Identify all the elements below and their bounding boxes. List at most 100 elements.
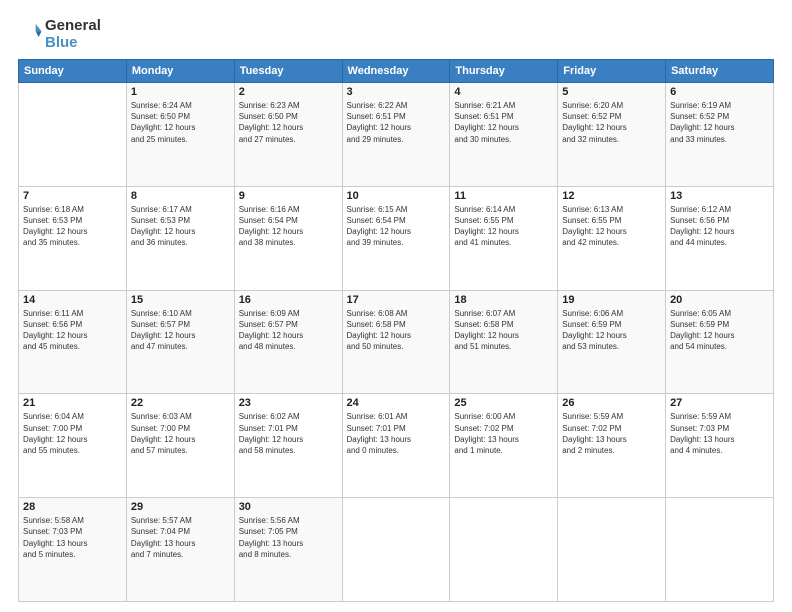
day-info: Sunrise: 6:09 AM Sunset: 6:57 PM Dayligh… (239, 308, 338, 353)
day-number: 9 (239, 190, 338, 202)
day-info: Sunrise: 6:06 AM Sunset: 6:59 PM Dayligh… (562, 308, 661, 353)
day-info: Sunrise: 6:19 AM Sunset: 6:52 PM Dayligh… (670, 100, 769, 145)
day-number: 10 (347, 190, 446, 202)
calendar-cell (342, 498, 450, 602)
day-number: 19 (562, 294, 661, 306)
calendar-cell: 3Sunrise: 6:22 AM Sunset: 6:51 PM Daylig… (342, 83, 450, 187)
logo-text: General Blue (45, 18, 101, 51)
day-info: Sunrise: 6:18 AM Sunset: 6:53 PM Dayligh… (23, 204, 122, 249)
day-number: 28 (23, 501, 122, 513)
day-number: 2 (239, 86, 338, 98)
day-info: Sunrise: 6:21 AM Sunset: 6:51 PM Dayligh… (454, 100, 553, 145)
calendar-cell: 16 Sunrise: 6:09 AM Sunset: 6:57 PM Dayli… (234, 290, 342, 394)
day-info: Sunrise: 6:05 AM Sunset: 6:59 PM Dayligh… (670, 308, 769, 353)
day-number: 29 (131, 501, 230, 513)
weekday-header-tuesday: Tuesday (234, 60, 342, 83)
day-number: 24 (347, 397, 446, 409)
calendar-table: SundayMondayTuesdayWednesdayThursdayFrid… (18, 59, 774, 602)
day-number: 4 (454, 86, 553, 98)
calendar-cell (558, 498, 666, 602)
day-info: Sunrise: 6:01 AM Sunset: 7:01 PM Dayligh… (347, 411, 446, 456)
calendar-cell: 6 Sunrise: 6:19 AM Sunset: 6:52 PM Daylig… (666, 83, 774, 187)
day-info: Sunrise: 6:08 AM Sunset: 6:58 PM Dayligh… (347, 308, 446, 353)
calendar-cell: 12 Sunrise: 6:13 AM Sunset: 6:55 PM Dayli… (558, 186, 666, 290)
calendar-cell: 8Sunrise: 6:17 AM Sunset: 6:53 PM Daylig… (126, 186, 234, 290)
day-info: Sunrise: 6:11 AM Sunset: 6:56 PM Dayligh… (23, 308, 122, 353)
calendar-cell: 26 Sunrise: 5:59 AM Sunset: 7:02 PM Dayli… (558, 394, 666, 498)
calendar-cell: 21Sunrise: 6:04 AM Sunset: 7:00 PM Dayli… (19, 394, 127, 498)
calendar-cell (450, 498, 558, 602)
day-info: Sunrise: 5:58 AM Sunset: 7:03 PM Dayligh… (23, 515, 122, 560)
week-row-3: 14 Sunrise: 6:11 AM Sunset: 6:56 PM Dayli… (19, 290, 774, 394)
day-number: 16 (239, 294, 338, 306)
calendar-cell: 11Sunrise: 6:14 AM Sunset: 6:55 PM Dayli… (450, 186, 558, 290)
week-row-4: 21Sunrise: 6:04 AM Sunset: 7:00 PM Dayli… (19, 394, 774, 498)
calendar-cell: 29 Sunrise: 5:57 AM Sunset: 7:04 PM Dayli… (126, 498, 234, 602)
calendar-cell: 30Sunrise: 5:56 AM Sunset: 7:05 PM Dayli… (234, 498, 342, 602)
day-number: 14 (23, 294, 122, 306)
calendar-cell (19, 83, 127, 187)
day-info: Sunrise: 5:59 AM Sunset: 7:02 PM Dayligh… (562, 411, 661, 456)
weekday-header-monday: Monday (126, 60, 234, 83)
logo-icon (21, 21, 43, 43)
calendar-cell: 2 Sunrise: 6:23 AM Sunset: 6:50 PM Daylig… (234, 83, 342, 187)
week-row-2: 7 Sunrise: 6:18 AM Sunset: 6:53 PM Daylig… (19, 186, 774, 290)
calendar-cell: 20 Sunrise: 6:05 AM Sunset: 6:59 PM Dayli… (666, 290, 774, 394)
calendar-cell (666, 498, 774, 602)
day-info: Sunrise: 6:14 AM Sunset: 6:55 PM Dayligh… (454, 204, 553, 249)
day-info: Sunrise: 6:20 AM Sunset: 6:52 PM Dayligh… (562, 100, 661, 145)
week-row-1: 1 Sunrise: 6:24 AM Sunset: 6:50 PM Daylig… (19, 83, 774, 187)
calendar-cell: 18Sunrise: 6:07 AM Sunset: 6:58 PM Dayli… (450, 290, 558, 394)
calendar-cell: 17 Sunrise: 6:08 AM Sunset: 6:58 PM Dayli… (342, 290, 450, 394)
day-info: Sunrise: 5:57 AM Sunset: 7:04 PM Dayligh… (131, 515, 230, 560)
calendar-cell: 24 Sunrise: 6:01 AM Sunset: 7:01 PM Dayli… (342, 394, 450, 498)
calendar-cell: 13 Sunrise: 6:12 AM Sunset: 6:56 PM Dayli… (666, 186, 774, 290)
day-info: Sunrise: 6:22 AM Sunset: 6:51 PM Dayligh… (347, 100, 446, 145)
weekday-header-row: SundayMondayTuesdayWednesdayThursdayFrid… (19, 60, 774, 83)
day-number: 6 (670, 86, 769, 98)
weekday-header-thursday: Thursday (450, 60, 558, 83)
day-number: 8 (131, 190, 230, 202)
day-info: Sunrise: 6:23 AM Sunset: 6:50 PM Dayligh… (239, 100, 338, 145)
day-info: Sunrise: 6:15 AM Sunset: 6:54 PM Dayligh… (347, 204, 446, 249)
day-number: 22 (131, 397, 230, 409)
day-number: 23 (239, 397, 338, 409)
week-row-5: 28 Sunrise: 5:58 AM Sunset: 7:03 PM Dayli… (19, 498, 774, 602)
day-info: Sunrise: 6:07 AM Sunset: 6:58 PM Dayligh… (454, 308, 553, 353)
day-number: 12 (562, 190, 661, 202)
calendar-cell: 14 Sunrise: 6:11 AM Sunset: 6:56 PM Dayli… (19, 290, 127, 394)
day-info: Sunrise: 6:00 AM Sunset: 7:02 PM Dayligh… (454, 411, 553, 456)
day-number: 13 (670, 190, 769, 202)
day-info: Sunrise: 6:10 AM Sunset: 6:57 PM Dayligh… (131, 308, 230, 353)
calendar-cell: 23 Sunrise: 6:02 AM Sunset: 7:01 PM Dayli… (234, 394, 342, 498)
calendar-cell: 19 Sunrise: 6:06 AM Sunset: 6:59 PM Dayli… (558, 290, 666, 394)
day-number: 25 (454, 397, 553, 409)
calendar-cell: 9 Sunrise: 6:16 AM Sunset: 6:54 PM Daylig… (234, 186, 342, 290)
day-number: 17 (347, 294, 446, 306)
day-number: 26 (562, 397, 661, 409)
day-info: Sunrise: 6:12 AM Sunset: 6:56 PM Dayligh… (670, 204, 769, 249)
calendar-cell: 1 Sunrise: 6:24 AM Sunset: 6:50 PM Daylig… (126, 83, 234, 187)
day-number: 7 (23, 190, 122, 202)
day-info: Sunrise: 6:24 AM Sunset: 6:50 PM Dayligh… (131, 100, 230, 145)
calendar-cell: 10 Sunrise: 6:15 AM Sunset: 6:54 PM Dayli… (342, 186, 450, 290)
weekday-header-friday: Friday (558, 60, 666, 83)
day-info: Sunrise: 5:59 AM Sunset: 7:03 PM Dayligh… (670, 411, 769, 456)
calendar-cell: 28 Sunrise: 5:58 AM Sunset: 7:03 PM Dayli… (19, 498, 127, 602)
weekday-header-saturday: Saturday (666, 60, 774, 83)
day-number: 5 (562, 86, 661, 98)
logo: General Blue (18, 18, 101, 51)
day-number: 30 (239, 501, 338, 513)
day-info: Sunrise: 6:16 AM Sunset: 6:54 PM Dayligh… (239, 204, 338, 249)
day-info: Sunrise: 6:02 AM Sunset: 7:01 PM Dayligh… (239, 411, 338, 456)
header: General Blue (18, 18, 774, 51)
day-number: 20 (670, 294, 769, 306)
calendar-cell: 27Sunrise: 5:59 AM Sunset: 7:03 PM Dayli… (666, 394, 774, 498)
calendar-cell: 22Sunrise: 6:03 AM Sunset: 7:00 PM Dayli… (126, 394, 234, 498)
day-number: 1 (131, 86, 230, 98)
calendar-cell: 4 Sunrise: 6:21 AM Sunset: 6:51 PM Daylig… (450, 83, 558, 187)
day-info: Sunrise: 6:13 AM Sunset: 6:55 PM Dayligh… (562, 204, 661, 249)
calendar-cell: 15 Sunrise: 6:10 AM Sunset: 6:57 PM Dayli… (126, 290, 234, 394)
calendar-cell: 7 Sunrise: 6:18 AM Sunset: 6:53 PM Daylig… (19, 186, 127, 290)
day-number: 15 (131, 294, 230, 306)
